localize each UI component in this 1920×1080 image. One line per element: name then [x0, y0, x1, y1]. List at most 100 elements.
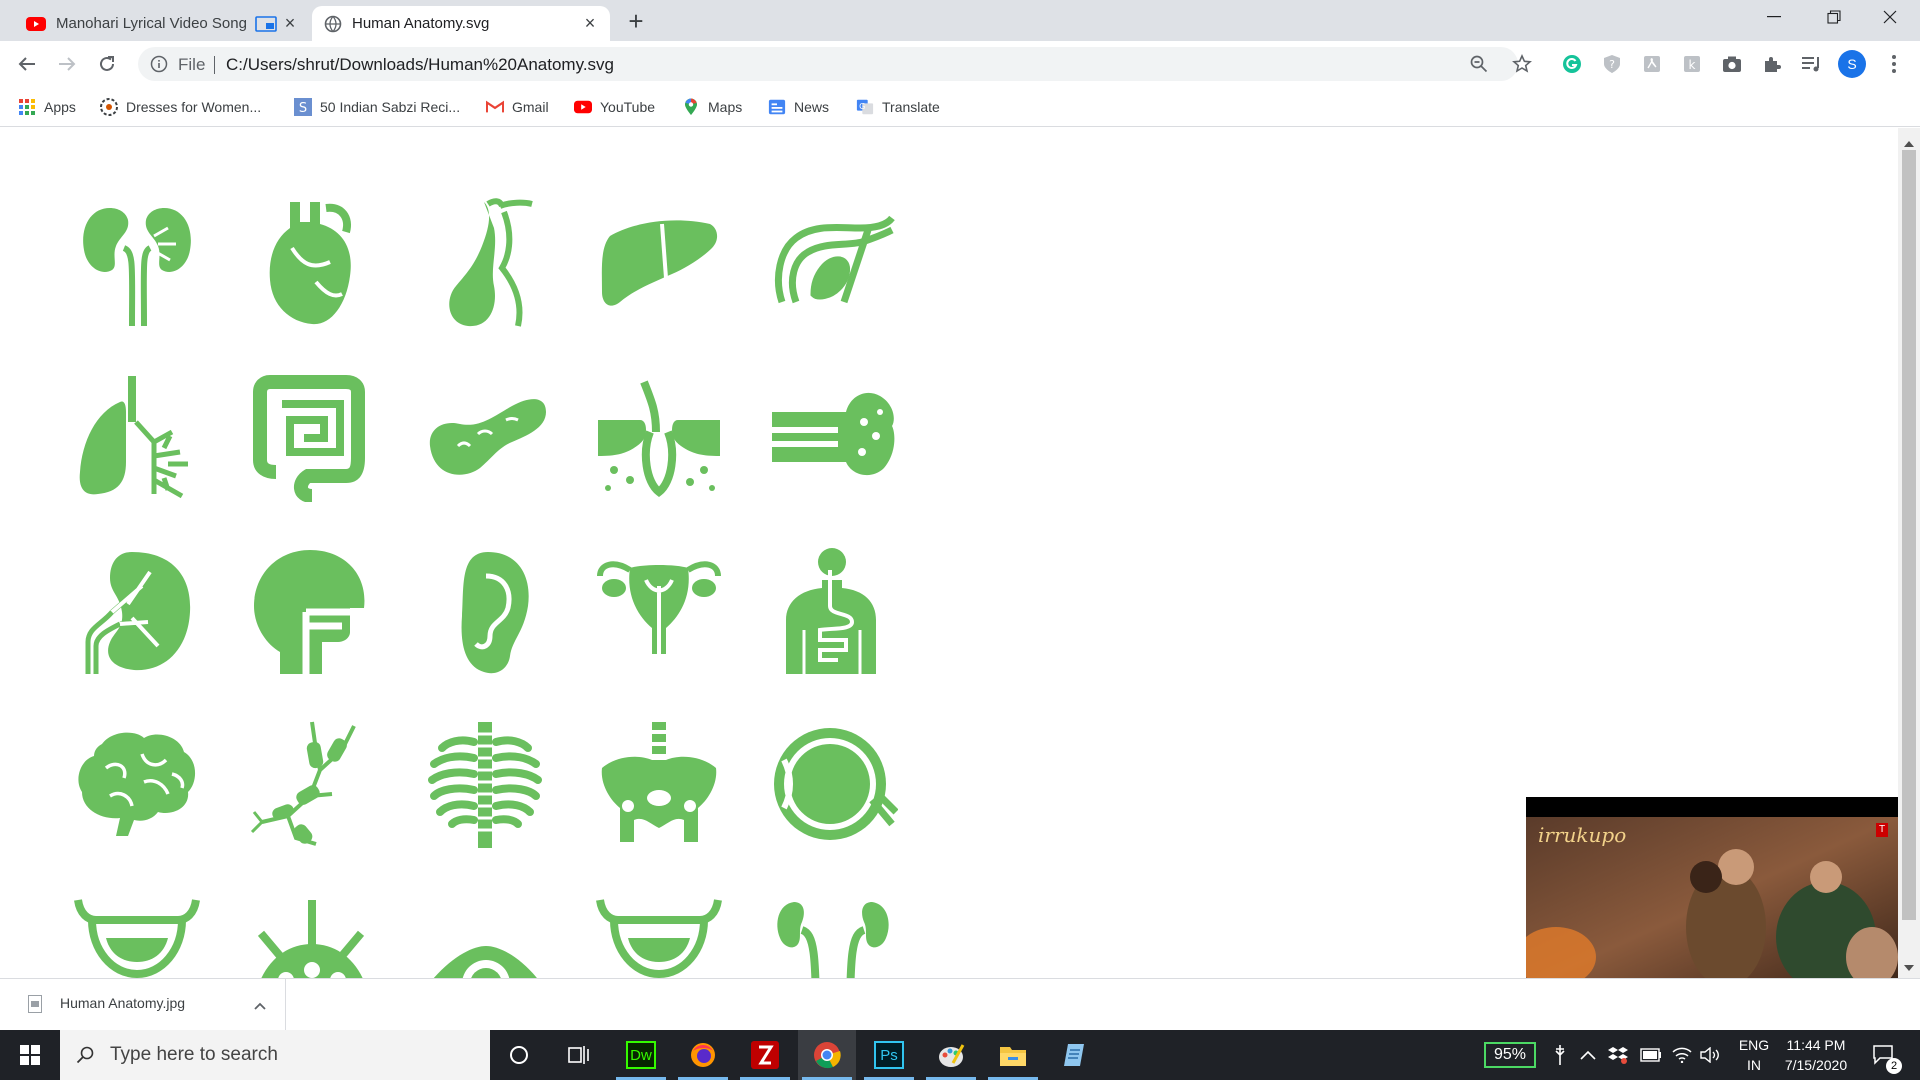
head-throat-icon [246, 546, 376, 676]
chevron-up-icon[interactable] [254, 997, 266, 1015]
svg-text:k: k [1689, 58, 1696, 72]
tab-human-anatomy[interactable]: Human Anatomy.svg × [312, 6, 610, 41]
bookmark-apps[interactable]: Apps [18, 96, 76, 118]
tab-title: Human Anatomy.svg [352, 15, 490, 32]
forward-button[interactable] [52, 49, 82, 79]
minimize-button[interactable] [1746, 0, 1802, 34]
filezilla-icon[interactable] [736, 1030, 794, 1080]
close-window-button[interactable] [1862, 0, 1918, 34]
notepad-icon[interactable] [1046, 1030, 1104, 1080]
grammarly-icon[interactable] [1560, 52, 1584, 76]
language-indicator[interactable]: ENG IN [1734, 1030, 1774, 1080]
bookmark-label: Apps [44, 99, 76, 115]
zoom-icon[interactable] [1470, 55, 1488, 78]
info-icon[interactable] [150, 55, 168, 78]
close-tab-icon[interactable]: × [582, 14, 598, 32]
usb-icon[interactable] [1554, 1030, 1566, 1080]
bone-icon [768, 372, 898, 502]
windows-taskbar: Type here to search Dw Ps 95% ENG IN 11:… [0, 1030, 1920, 1080]
taskbar-search[interactable]: Type here to search [60, 1030, 490, 1080]
scheme-label: File [178, 55, 206, 74]
news-icon [768, 98, 786, 116]
dropbox-icon[interactable] [1608, 1030, 1628, 1080]
address-bar[interactable]: File C:/Users/shrut/Downloads/Human%20An… [138, 47, 1518, 81]
download-filename: Human Anatomy.jpg [60, 995, 186, 1011]
new-tab-button[interactable]: + [622, 8, 650, 36]
pdf-extension-icon[interactable] [1640, 52, 1664, 76]
bladder-icon [72, 894, 202, 978]
photoshop-icon[interactable]: Ps [860, 1030, 918, 1080]
kidney-section-icon [72, 546, 202, 676]
bookmark-gmail[interactable]: Gmail [486, 96, 549, 118]
gmail-icon [486, 98, 504, 116]
bookmark-sabzi[interactable]: S 50 Indian Sabzi Reci... [294, 96, 460, 118]
bookmark-label: Maps [708, 99, 743, 115]
tab-youtube[interactable]: Manohari Lyrical Video Song × [10, 6, 310, 41]
svg-text:G: G [859, 101, 865, 111]
download-item[interactable]: Human Anatomy.jpg [14, 979, 286, 1030]
youtube-icon [26, 16, 46, 31]
firefox-icon[interactable] [674, 1030, 732, 1080]
ear-icon [420, 546, 550, 676]
svg-text:S: S [299, 101, 307, 116]
clock-time: 11:44 PM [1786, 1037, 1846, 1053]
cortana-icon[interactable] [490, 1030, 548, 1080]
globe-icon [324, 15, 342, 33]
paint-icon[interactable] [922, 1030, 980, 1080]
chrome-icon[interactable] [798, 1030, 856, 1080]
restore-button[interactable] [1806, 0, 1862, 34]
bookmark-label: Translate [882, 99, 940, 115]
scroll-down-icon[interactable] [1904, 958, 1914, 976]
close-tab-icon[interactable]: × [282, 14, 298, 32]
search-placeholder: Type here to search [110, 1044, 278, 1065]
profile-avatar[interactable]: S [1838, 50, 1866, 78]
ribcage-icon [420, 720, 550, 850]
s-letter-icon: S [294, 98, 312, 116]
bookmark-label: Dresses for Women... [126, 99, 262, 115]
dreamweaver-icon[interactable]: Dw [612, 1030, 670, 1080]
task-view-icon[interactable] [550, 1030, 608, 1080]
menu-kebab-icon[interactable] [1882, 52, 1906, 76]
camera-icon[interactable] [1720, 52, 1744, 76]
bookmark-youtube[interactable]: YouTube [574, 96, 655, 118]
bookmark-translate[interactable]: G Translate [856, 96, 940, 118]
reload-button[interactable] [92, 49, 122, 79]
volume-icon[interactable] [1700, 1030, 1720, 1080]
battery-percent[interactable]: 95% [1484, 1030, 1537, 1080]
windows-start-button[interactable] [0, 1030, 60, 1080]
battery-icon[interactable] [1640, 1030, 1662, 1080]
help-extension-icon[interactable]: ? [1600, 52, 1624, 76]
file-explorer-icon[interactable] [984, 1030, 1042, 1080]
vertical-scrollbar[interactable] [1898, 128, 1920, 978]
url-text[interactable]: C:/Users/shrut/Downloads/Human%20Anatomy… [226, 55, 614, 75]
digestive-system-icon [768, 546, 898, 676]
heart-icon [246, 198, 376, 328]
video-mini-player[interactable]: irrukupo T [1526, 797, 1898, 1007]
bookmark-star-icon[interactable] [1510, 52, 1534, 76]
video-overlay-text: irrukupo [1538, 823, 1627, 847]
search-icon [76, 1046, 94, 1064]
gallbladder-icon [420, 198, 550, 328]
download-shelf: Human Anatomy.jpg [0, 978, 1920, 1030]
uterus-icon [594, 546, 724, 676]
media-queue-icon[interactable] [1800, 52, 1824, 76]
bookmark-label: Gmail [512, 99, 549, 115]
kidneys-2-icon [768, 894, 898, 978]
bookmark-news[interactable]: News [768, 96, 829, 118]
bookmark-dresses[interactable]: Dresses for Women... [100, 96, 261, 118]
back-button[interactable] [12, 49, 42, 79]
notification-count-badge: 2 [1886, 1058, 1902, 1074]
stomach-icon [768, 198, 898, 328]
neurons-icon [246, 720, 376, 850]
clock[interactable]: 11:44 PM 7/15/2020 [1776, 1030, 1856, 1080]
notification-center-icon[interactable]: 2 [1864, 1030, 1904, 1080]
bookmark-maps[interactable]: Maps [682, 96, 742, 118]
tab-title: Manohari Lyrical Video Song [56, 15, 246, 32]
chevron-up-icon[interactable] [1580, 1030, 1596, 1080]
bookmarks-bar: Apps Dresses for Women... S 50 Indian Sa… [0, 87, 1920, 127]
wifi-icon[interactable] [1672, 1030, 1692, 1080]
puzzle-extensions-icon[interactable] [1760, 52, 1784, 76]
extension-icon[interactable]: k [1680, 52, 1704, 76]
scrollbar-thumb[interactable] [1902, 150, 1916, 920]
intestines-icon [246, 372, 376, 503]
